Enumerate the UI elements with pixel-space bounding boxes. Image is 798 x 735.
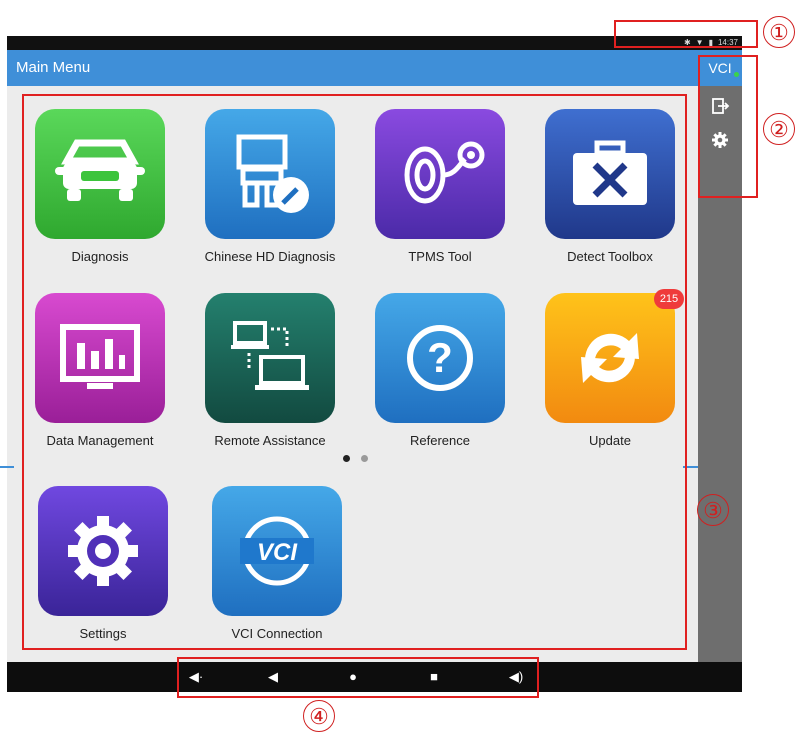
page-title: Main Menu (16, 59, 91, 76)
annotation-box-status (614, 20, 758, 48)
callout-3: ③ (697, 494, 729, 526)
annotation-box-nav (177, 657, 539, 698)
callout-1: ① (763, 16, 795, 48)
annotation-box-main (22, 94, 687, 650)
header-bar: Main Menu (7, 50, 698, 86)
callout-4: ④ (303, 700, 335, 732)
annotation-box-sidebar (698, 55, 758, 198)
divider (0, 466, 14, 468)
callout-2: ② (763, 113, 795, 145)
